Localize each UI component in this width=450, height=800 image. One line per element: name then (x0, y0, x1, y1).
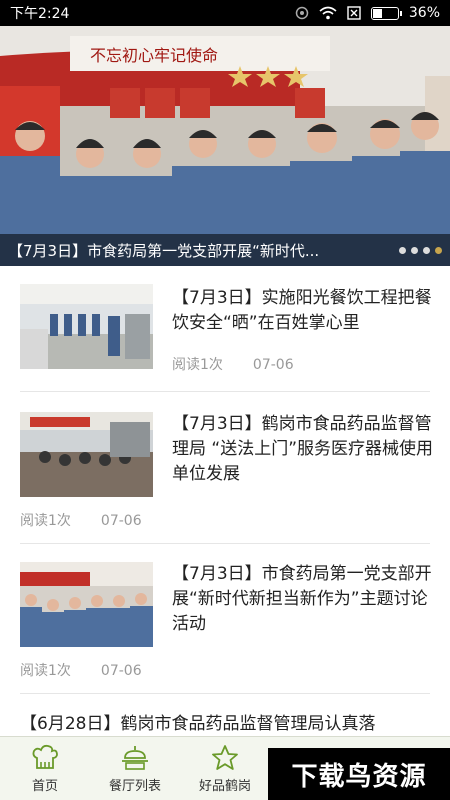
news-title[interactable]: 【7月3日】市食药局第一党支部开展“新时代新担当新作为”主题讨论活动 (172, 562, 434, 637)
carousel-dot[interactable] (411, 246, 418, 254)
status-bar: 下午2:24 36% (0, 0, 450, 26)
nav-restaurant-list[interactable]: 餐厅列表 (90, 737, 180, 800)
watermark: 下载鸟资源 (268, 748, 450, 800)
no-sim-icon (347, 6, 361, 20)
nav-home[interactable]: 首页 (0, 737, 90, 800)
publish-date: 07-06 (252, 357, 294, 373)
news-title[interactable]: 【6月28日】鹤岗市食品药品监督管理局认真落 (20, 712, 450, 736)
nav-quality-hegang[interactable]: 好品鹤岗 (180, 737, 270, 800)
banner-caption-bar: 【7月3日】市食药局第一党支部开展“新时代... (0, 234, 450, 266)
location-icon (295, 6, 309, 20)
news-item[interactable]: 【7月3日】市食药局第一党支部开展“新时代新担当新作为”主题讨论活动 阅读1次 0… (0, 544, 450, 694)
read-count: 阅读1次 (172, 357, 223, 373)
read-count: 阅读1次 (20, 663, 71, 679)
carousel-dot[interactable] (423, 246, 430, 254)
news-item[interactable]: 【7月3日】鹤岗市食品药品监督管理局 “送法上门”服务医疗器械使用单位发展 阅读… (0, 392, 450, 544)
banner-carousel[interactable]: 不忘初心牢记使命 【7月3日】市食药局第一党支部开展“新时代... (0, 26, 450, 266)
banner-slogan: 不忘初心牢记使命 (90, 47, 218, 65)
news-item[interactable]: 【6月28日】鹤岗市食品药品监督管理局认真落 (0, 694, 450, 736)
home-chef-hat-icon (32, 744, 58, 769)
news-thumbnail (20, 562, 153, 647)
publish-date: 07-06 (100, 513, 142, 529)
carousel-dot-active[interactable] (435, 246, 442, 254)
banner-photo: 不忘初心牢记使命 (0, 26, 450, 266)
news-title[interactable]: 【7月3日】实施阳光餐饮工程把餐饮安全“晒”在百姓掌心里 (172, 286, 434, 336)
nav-label: 好品鹤岗 (198, 779, 251, 794)
nav-label: 餐厅列表 (108, 779, 161, 794)
wifi-icon (319, 6, 337, 20)
read-count: 阅读1次 (20, 513, 71, 529)
carousel-dot[interactable] (399, 246, 406, 254)
restaurant-cloche-icon (122, 746, 148, 770)
news-thumbnail (20, 284, 153, 369)
battery-percent: 36% (408, 5, 440, 21)
news-meta: 阅读1次 07-06 (20, 510, 142, 530)
status-time: 下午2:24 (10, 6, 70, 22)
news-item[interactable]: 【7月3日】实施阳光餐饮工程把餐饮安全“晒”在百姓掌心里 阅读1次 07-06 (0, 266, 450, 392)
nav-label: 首页 (31, 779, 58, 794)
news-meta: 阅读1次 07-06 (172, 354, 294, 374)
news-thumbnail (20, 412, 153, 497)
banner-caption[interactable]: 【7月3日】市食药局第一党支部开展“新时代... (8, 240, 399, 261)
battery-icon (370, 6, 402, 20)
carousel-indicator (399, 246, 442, 254)
star-icon (212, 745, 238, 770)
news-title[interactable]: 【7月3日】鹤岗市食品药品监督管理局 “送法上门”服务医疗器械使用单位发展 (172, 412, 434, 487)
news-meta: 阅读1次 07-06 (20, 660, 142, 680)
publish-date: 07-06 (100, 663, 142, 679)
news-list: 【7月3日】实施阳光餐饮工程把餐饮安全“晒”在百姓掌心里 阅读1次 07-06 【… (0, 266, 450, 736)
